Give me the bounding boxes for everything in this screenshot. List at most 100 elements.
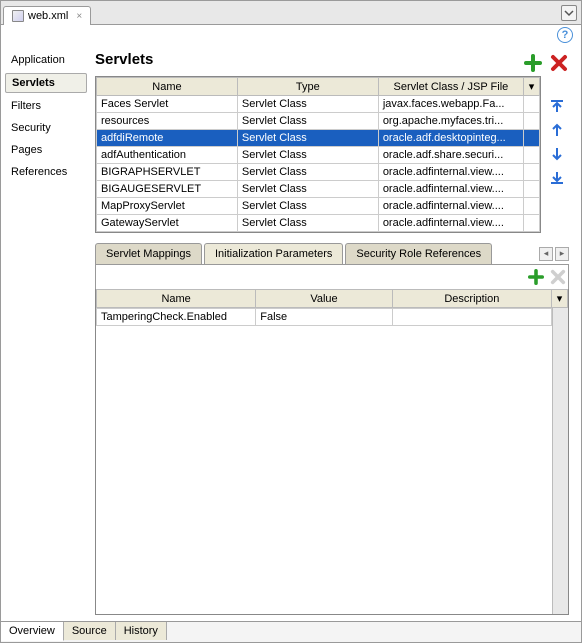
table-cell: org.apache.myfaces.tri... [378,113,523,130]
delete-button[interactable] [549,53,569,73]
table-cell: oracle.adfinternal.view.... [378,164,523,181]
table-row[interactable]: Faces ServletServlet Classjavax.faces.we… [97,96,540,113]
move-top-button[interactable] [547,96,567,116]
table-cell: BIGAUGESERVLET [97,181,238,198]
table-cell: Servlet Class [237,130,378,147]
table-cell: Servlet Class [237,198,378,215]
page-title: Servlets [95,51,153,68]
close-icon[interactable]: × [76,11,82,22]
params-body: TamperingCheck.EnabledFalse [96,308,568,614]
table-cell: Servlet Class [237,181,378,198]
tab-init-parameters[interactable]: Initialization Parameters [204,243,343,264]
table-menu-button[interactable]: ▾ [524,78,540,96]
servlets-toolbar [523,53,569,73]
table-cell: oracle.adfinternal.view.... [378,198,523,215]
table-cell [524,130,540,147]
move-bottom-button[interactable] [547,168,567,188]
table-cell: Faces Servlet [97,96,238,113]
table-row[interactable]: MapProxyServletServlet Classoracle.adfin… [97,198,540,215]
file-tab[interactable]: web.xml × [3,6,91,25]
col-header-name[interactable]: Name [97,78,238,96]
table-cell: BIGRAPHSERVLET [97,164,238,181]
params-col-name[interactable]: Name [97,290,256,308]
col-header-type[interactable]: Type [237,78,378,96]
params-col-value[interactable]: Value [256,290,393,308]
move-up-button[interactable] [547,120,567,140]
sidebar-item-security[interactable]: Security [5,119,87,137]
table-header-row: Name Type Servlet Class / JSP File ▾ [97,78,540,96]
sidebar-item-label: References [11,166,67,178]
table-cell [524,164,540,181]
table-cell: oracle.adfinternal.view.... [378,215,523,232]
sidebar-item-pages[interactable]: Pages [5,141,87,159]
table-cell [524,96,540,113]
tab-security-role-refs[interactable]: Security Role References [345,243,492,264]
table-cell: oracle.adfinternal.view.... [378,181,523,198]
servlets-table-block: Name Type Servlet Class / JSP File ▾ Fac… [95,76,569,233]
help-row: ? [1,25,581,45]
params-toolbar [95,265,569,289]
table-cell: adfdiRemote [97,130,238,147]
subtabs-next-button[interactable]: ▸ [555,247,569,261]
sidebar-item-label: Pages [11,144,42,156]
tab-servlet-mappings[interactable]: Servlet Mappings [95,243,202,264]
move-down-button[interactable] [547,144,567,164]
table-row[interactable]: BIGRAPHSERVLETServlet Classoracle.adfint… [97,164,540,181]
window-menu-button[interactable] [561,5,577,21]
table-row[interactable]: BIGAUGESERVLETServlet Classoracle.adfint… [97,181,540,198]
col-header-class[interactable]: Servlet Class / JSP File [378,78,523,96]
params-add-button[interactable] [528,269,544,285]
reorder-buttons [547,76,569,188]
table-cell: MapProxyServlet [97,198,238,215]
params-menu-button[interactable]: ▾ [552,290,568,308]
subtabs-nav: ◂ ▸ [539,247,569,261]
table-cell: Servlet Class [237,113,378,130]
table-cell: oracle.adf.desktopinteg... [378,130,523,147]
sidebar: Application Servlets Filters Security Pa… [1,45,91,621]
table-row[interactable]: GatewayServletServlet Classoracle.adfint… [97,215,540,232]
table-cell: TamperingCheck.Enabled [97,309,256,326]
table-cell: resources [97,113,238,130]
title-tab-bar: web.xml × [1,1,581,25]
sub-tabs: Servlet Mappings Initialization Paramete… [95,243,569,265]
bottom-tab-history[interactable]: History [116,622,167,640]
sidebar-item-label: Security [11,122,51,134]
table-cell: adfAuthentication [97,147,238,164]
table-cell [392,309,551,326]
sidebar-item-references[interactable]: References [5,163,87,181]
add-button[interactable] [523,53,543,73]
table-row[interactable]: resourcesServlet Classorg.apache.myfaces… [97,113,540,130]
help-icon[interactable]: ? [557,27,573,43]
table-cell [524,198,540,215]
sidebar-item-filters[interactable]: Filters [5,97,87,115]
table-cell: False [256,309,393,326]
bottom-tab-source[interactable]: Source [64,622,116,640]
table-cell: Servlet Class [237,164,378,181]
params-scrollbar[interactable] [552,308,568,614]
table-cell [524,113,540,130]
body-area: Application Servlets Filters Security Pa… [1,45,581,621]
table-cell [524,215,540,232]
sidebar-item-label: Servlets [12,77,55,89]
params-header-row: Name Value Description ▾ [97,290,568,308]
sidebar-item-label: Filters [11,100,41,112]
editor-window: web.xml × ? Application Servlets Filters… [0,0,582,643]
servlets-table: Name Type Servlet Class / JSP File ▾ Fac… [95,76,541,233]
bottom-tab-overview[interactable]: Overview [1,622,64,641]
main-panel: Servlets Name [91,45,581,621]
table-row[interactable]: TamperingCheck.EnabledFalse [97,309,552,326]
table-row[interactable]: adfAuthenticationServlet Classoracle.adf… [97,147,540,164]
params-table-wrap: Name Value Description ▾ TamperingCheck.… [95,289,569,615]
sidebar-item-servlets[interactable]: Servlets [5,73,87,93]
table-cell: Servlet Class [237,96,378,113]
file-tab-label: web.xml [28,10,68,22]
sidebar-item-application[interactable]: Application [5,51,87,69]
subtabs-prev-button[interactable]: ◂ [539,247,553,261]
table-cell: javax.faces.webapp.Fa... [378,96,523,113]
table-cell: oracle.adf.share.securi... [378,147,523,164]
table-row[interactable]: adfdiRemoteServlet Classoracle.adf.deskt… [97,130,540,147]
params-col-description[interactable]: Description [392,290,551,308]
bottom-tabs: Overview Source History [1,621,581,642]
params-delete-button[interactable] [550,269,566,285]
sidebar-item-label: Application [11,54,65,66]
